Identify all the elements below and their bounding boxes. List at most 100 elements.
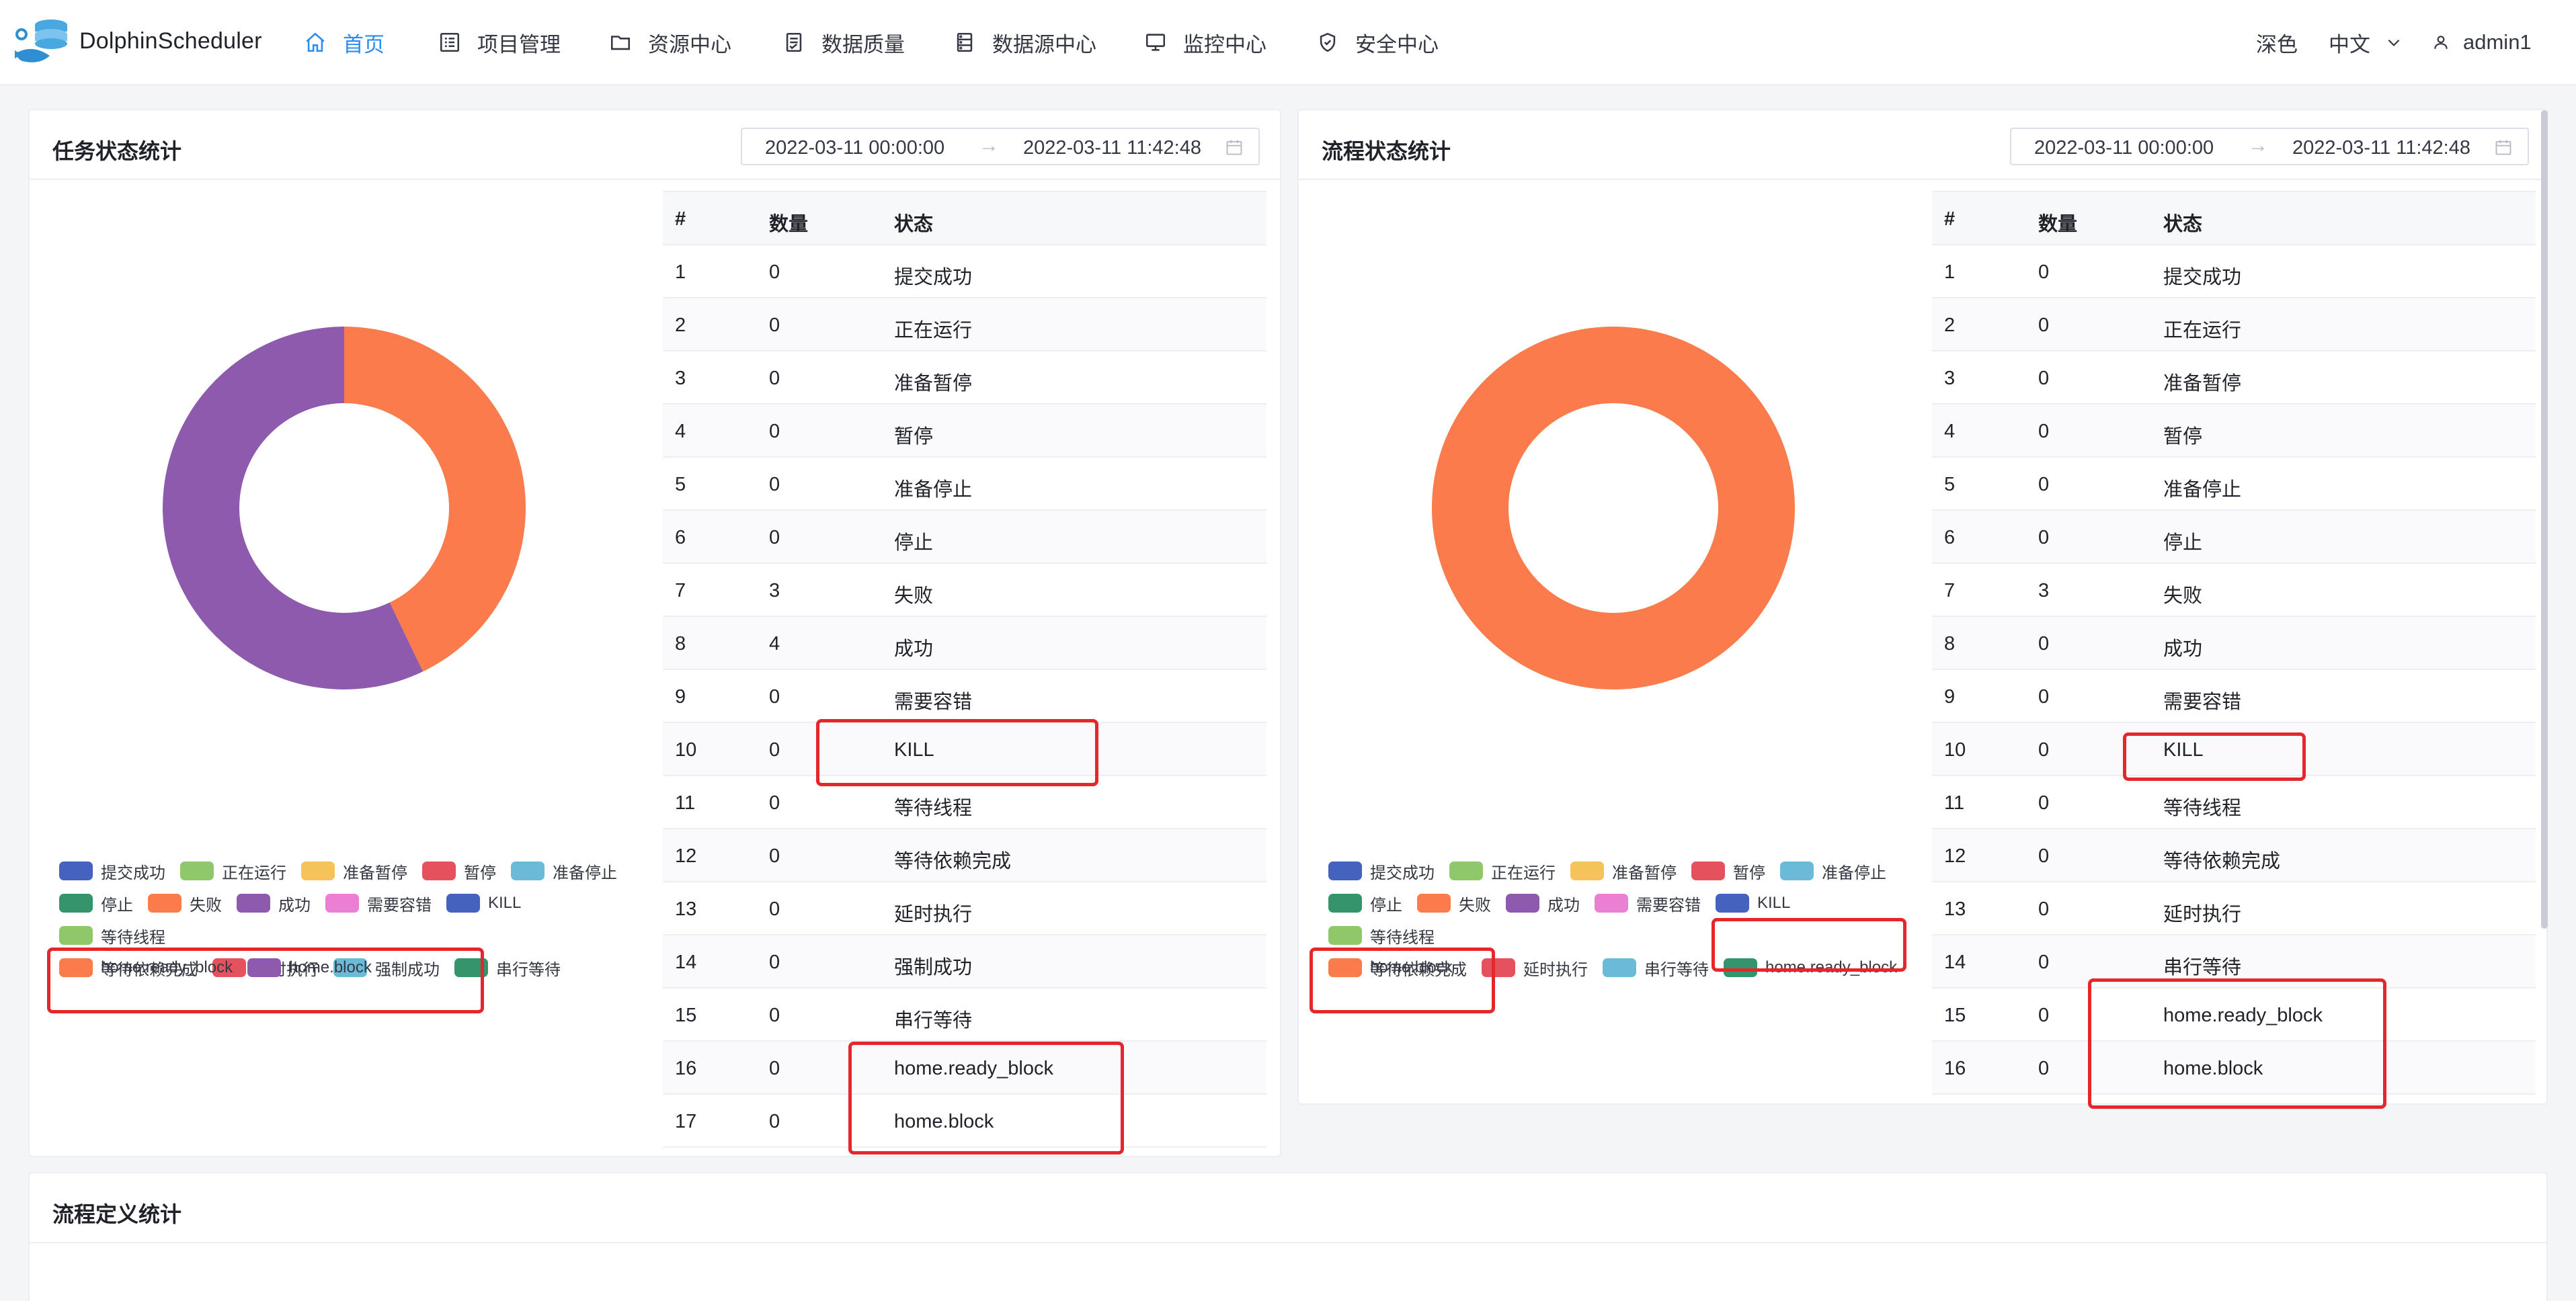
table-cell-count: 0 [769,474,780,495]
legend-swatch [1570,862,1604,880]
legend-swatch [510,862,545,880]
legend-item[interactable]: 停止 [59,892,133,915]
legend-item[interactable]: 准备暂停 [300,860,407,882]
nav-datasource[interactable]: 数据源中心 [953,27,1096,58]
table-cell-index: 11 [675,792,696,814]
legend-item[interactable]: 失败 [1416,892,1491,915]
table-cell-index: 15 [675,1005,697,1026]
process-date-start[interactable]: 2022-03-11 00:00:00 [2034,137,2214,159]
theme-toggle[interactable]: 深色 [2256,27,2298,58]
legend-label: 准备停止 [552,864,617,882]
table-cell-state: 暂停 [894,426,934,448]
table-cell-count: 3 [2038,580,2050,601]
legend-label: 正在运行 [221,864,286,882]
table-cell-count: 4 [769,633,780,655]
process-state-donut-chart [1431,327,1795,689]
legend-item[interactable]: KILL [1715,892,1790,914]
nav-project[interactable]: 项目管理 [438,27,561,58]
table-cell-state: 强制成功 [894,957,973,978]
calendar-icon[interactable] [1225,138,1244,157]
table-cell-count: 0 [2038,739,2050,761]
nav-monitor[interactable]: 监控中心 [1144,27,1266,58]
table-cell-index: 10 [675,739,697,761]
legend-label: 失败 [1458,896,1491,915]
language-select[interactable]: 中文 [2329,27,2403,58]
task-state-donut-chart [162,327,526,689]
legend-item[interactable]: 正在运行 [1449,860,1556,882]
highlight-box [1712,918,1906,972]
table-cell-count: 0 [769,368,780,389]
legend-item[interactable]: 成功 [236,892,311,915]
process-date-end[interactable]: 2022-03-11 11:42:48 [2292,137,2470,159]
document-icon [786,32,802,52]
legend-item[interactable]: 提交成功 [59,860,165,882]
legend-swatch [1449,862,1483,880]
legend-item[interactable]: 准备停止 [510,860,617,882]
table-cell-index: 11 [1944,792,1965,814]
table-cell-index: 5 [1944,474,1956,495]
nav-security[interactable]: 安全中心 [1316,27,1439,58]
nav-home-label: 首页 [343,32,385,56]
highlight-box [2088,978,2386,1109]
calendar-icon[interactable] [2494,138,2513,157]
table-header-cell: # [1944,208,1956,230]
legend-item[interactable]: 需要容错 [325,892,432,915]
table-cell-count: 0 [2038,633,2050,655]
legend-item[interactable]: 暂停 [1691,860,1765,882]
table-cell-index: 9 [675,686,686,708]
legend-item[interactable]: 等待线程 [59,925,165,947]
nav-datasource-label: 数据源中心 [992,32,1096,56]
table-cell-index: 7 [1944,580,1956,601]
legend-label: 延时执行 [1523,960,1588,979]
legend-swatch [421,862,456,880]
legend-item[interactable]: 等待线程 [1328,925,1435,947]
process-definition-card-header: 流程定义统计 [30,1173,2546,1243]
table-cell-state: 暂停 [2163,426,2203,448]
table-header-cell: # [675,208,686,230]
legend-item[interactable]: 停止 [1328,892,1402,915]
process-date-range-picker[interactable]: 2022-03-11 00:00:00 → 2022-03-11 11:42:4… [2010,128,2529,165]
legend-item[interactable]: KILL [446,892,521,914]
task-date-end[interactable]: 2022-03-11 11:42:48 [1023,137,1201,159]
donut-slice[interactable] [1431,327,1795,689]
table-row: 2 0 正在运行 [1932,298,2536,351]
user-menu[interactable]: admin1 [2432,27,2532,58]
legend-item[interactable]: 准备暂停 [1570,860,1677,882]
legend-swatch [1328,862,1362,880]
task-state-title: 任务状态统计 [52,139,182,163]
legend-item[interactable]: 正在运行 [179,860,286,882]
page-scrollbar[interactable] [2541,110,2548,929]
legend-item[interactable]: 需要容错 [1594,892,1701,915]
legend-label: 暂停 [463,864,496,882]
nav-resource[interactable]: 资源中心 [609,27,731,58]
legend-label: 串行等待 [495,960,561,979]
dolphinscheduler-logo[interactable] [12,17,79,71]
legend-item[interactable]: 失败 [147,892,222,915]
nav-monitor-label: 监控中心 [1183,32,1266,56]
task-date-start[interactable]: 2022-03-11 00:00:00 [765,137,944,159]
legend-swatch [1602,958,1636,977]
table-cell-index: 16 [1944,1058,1966,1079]
legend-item[interactable]: 延时执行 [1481,957,1588,979]
nav-project-label: 项目管理 [477,32,561,56]
legend-swatch [59,894,93,913]
nav-home[interactable]: 首页 [304,27,385,58]
table-cell-index: 16 [675,1058,697,1079]
table-cell-state: 停止 [894,532,934,554]
table-cell-state: 串行等待 [894,1010,973,1032]
task-date-range-picker[interactable]: 2022-03-11 00:00:00 → 2022-03-11 11:42:4… [741,128,1260,165]
chevron-down-icon [2388,39,2400,46]
legend-item[interactable]: 暂停 [421,860,496,882]
legend-item[interactable]: 准备停止 [1779,860,1886,882]
legend-item[interactable]: 串行等待 [1602,957,1709,979]
nav-dataquality[interactable]: 数据质量 [782,27,905,58]
table-cell-index: 12 [675,845,697,867]
highlight-box [47,948,484,1013]
legend-item[interactable]: 成功 [1505,892,1580,915]
top-header: DolphinScheduler 首页 项目管理 资源中心 数据质量 数据源中心… [0,0,2576,85]
table-cell-state: 成功 [894,638,934,660]
legend-label: 失败 [189,896,222,915]
legend-label: 准备停止 [1821,864,1886,882]
legend-swatch [1779,862,1814,880]
legend-item[interactable]: 提交成功 [1328,860,1435,882]
